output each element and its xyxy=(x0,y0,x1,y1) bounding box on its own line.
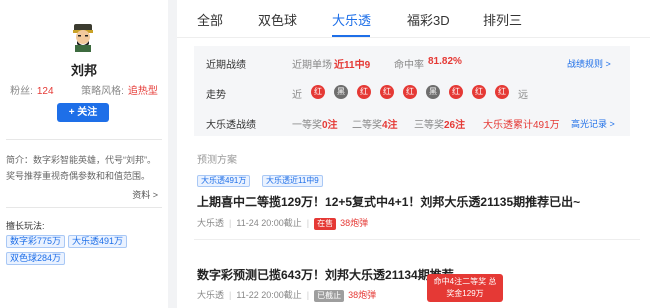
recent-record-label: 近期战绩 xyxy=(206,60,246,71)
plan-lottery: 大乐透 xyxy=(197,218,225,228)
trend-ball-red: 红 xyxy=(380,85,394,99)
plan-meta: 大乐透 | 11-22 20:00截止 | 已截止 38炮弹 xyxy=(197,290,377,302)
trend-ball-red: 红 xyxy=(311,85,325,99)
plan-lottery: 大乐透 xyxy=(197,290,225,300)
active-tab-indicator xyxy=(332,35,370,37)
plan-price: 38炮弹 xyxy=(348,290,377,300)
fans-value: 124 xyxy=(36,86,54,97)
highlight-record-link[interactable]: 高光记录 > xyxy=(571,117,615,130)
lottery-tabs: 全部 双色球 大乐透 福彩3D 排列三 xyxy=(177,0,650,38)
single-value: 近11中9 xyxy=(334,60,371,71)
profile-card: 刘邦 粉丝: 124 策略风格: 追热型 + 关注 简介：数字彩智能英雄，代号“刘邦… xyxy=(0,0,168,308)
second-prize-value: 4注 xyxy=(382,120,398,131)
profile-intro: 简介：数字彩智能英雄，代号“刘邦”。奖号推荐重视奇偶参数和和值范围。 xyxy=(6,155,156,181)
tab-pl3[interactable]: 排列三 xyxy=(483,10,522,29)
plan-tag[interactable]: 大乐透491万 xyxy=(197,175,251,187)
good-at-label: 擅长玩法: xyxy=(6,221,45,231)
hit-rate-label: 命中率 xyxy=(394,60,424,71)
third-prize-label: 三等奖 xyxy=(414,120,444,131)
status-badge: 已截止 xyxy=(314,290,345,302)
win-badge: 命中4注二等奖 总 奖金129万 xyxy=(427,274,503,302)
trend-ball-black: 黑 xyxy=(334,85,348,99)
trend-ball-red: 红 xyxy=(449,85,463,99)
plan-deadline: 11-22 20:00截止 xyxy=(236,290,302,300)
trend-ball-black: 黑 xyxy=(426,85,440,99)
first-prize-label: 一等奖 xyxy=(292,120,322,131)
third-prize-value: 26注 xyxy=(444,120,466,131)
profile-stats: 粉丝: 124 策略风格: 追热型 xyxy=(0,82,168,97)
dlt-record-label: 大乐透战绩 xyxy=(206,120,256,131)
trend-ball-red: 红 xyxy=(403,85,417,99)
divider xyxy=(194,239,640,240)
trend-near-label: 近 xyxy=(292,90,302,101)
profile-more-link[interactable]: 资料 > xyxy=(132,188,158,201)
first-prize-value: 0注 xyxy=(322,120,338,131)
tab-all[interactable]: 全部 xyxy=(197,10,223,29)
fans-label: 粉丝: xyxy=(10,86,33,97)
avatar[interactable] xyxy=(68,22,98,52)
plan-title[interactable]: 上期喜中二等揽129万！12+5复式中4+1！刘邦大乐透21135期推荐已出~ xyxy=(197,193,580,210)
divider xyxy=(6,207,162,208)
win-badge-line: 命中4注二等奖 总 xyxy=(433,277,497,286)
skill-tag[interactable]: 双色球284万 xyxy=(6,252,66,265)
main-panel: 全部 双色球 大乐透 福彩3D 排列三 近期战绩 近期单场 近11中9 命中率 … xyxy=(177,0,650,308)
tab-fc3d[interactable]: 福彩3D xyxy=(407,10,450,29)
skill-tag[interactable]: 数字彩775万 xyxy=(6,235,66,248)
record-rules-link[interactable]: 战绩规则 > xyxy=(567,57,611,70)
trend-far-label: 远 xyxy=(518,90,528,101)
profile-name: 刘邦 xyxy=(70,63,97,78)
dlt-total: 大乐透累计491万 xyxy=(483,120,560,131)
status-badge: 在售 xyxy=(314,218,337,230)
tab-ssq[interactable]: 双色球 xyxy=(258,10,297,29)
plan-meta: 大乐透 | 11-24 20:00截止 | 在售 38炮弹 xyxy=(197,218,369,230)
hit-rate-value: 81.82% xyxy=(428,56,462,67)
style-label: 策略风格: xyxy=(81,86,124,97)
stats-box: 近期战绩 近期单场 近11中9 命中率 81.82% 战绩规则 > 走势 近 红… xyxy=(194,46,630,136)
trend-label: 走势 xyxy=(206,90,226,101)
follow-button[interactable]: + 关注 xyxy=(57,103,109,122)
second-prize-label: 二等奖 xyxy=(352,120,382,131)
skill-tag[interactable]: 大乐透491万 xyxy=(68,235,128,248)
plan-title[interactable]: 数字彩预测已揽643万！刘邦大乐透21134期推荐 xyxy=(197,266,454,283)
trend-ball-red: 红 xyxy=(472,85,486,99)
plan-price: 38炮弹 xyxy=(340,218,369,228)
trend-ball-red: 红 xyxy=(357,85,371,99)
style-value: 追热型 xyxy=(127,86,158,97)
trend-ball-red: 红 xyxy=(495,85,509,99)
plan-tag[interactable]: 大乐透近11中9 xyxy=(262,175,323,187)
plans-section-title: 预测方案 xyxy=(197,155,237,166)
divider xyxy=(6,139,162,140)
single-label: 近期单场 xyxy=(292,60,332,71)
tab-dlt[interactable]: 大乐透 xyxy=(332,10,371,29)
win-badge-line: 奖金129万 xyxy=(446,289,484,298)
plan-deadline: 11-24 20:00截止 xyxy=(236,218,302,228)
